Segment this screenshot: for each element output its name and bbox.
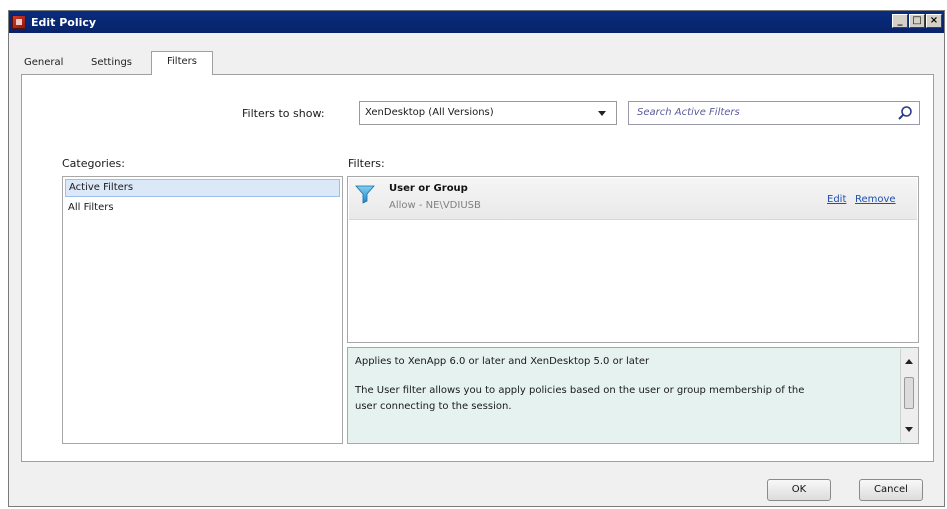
description-scrollbar[interactable] [900,349,917,442]
filters-label: Filters: [348,157,385,170]
filter-name: User or Group [389,183,468,194]
search-icon[interactable] [897,105,913,121]
description-line-1: Applies to XenApp 6.0 or later and XenDe… [355,356,650,367]
search-active-filters-input[interactable]: Search Active Filters [628,101,920,125]
tab-filters[interactable]: Filters [151,51,213,75]
close-button[interactable]: × [926,14,942,28]
maximize-button[interactable]: □ [909,14,925,28]
remove-filter-link[interactable]: Remove [855,194,896,205]
filter-description: Applies to XenApp 6.0 or later and XenDe… [347,347,919,444]
categories-list[interactable]: Active Filters All Filters [62,176,343,444]
filter-row-user-or-group[interactable]: User or Group Allow - NE\VDIUSB Edit Rem… [349,178,917,220]
funnel-icon [355,185,375,204]
tab-settings[interactable]: Settings [91,57,132,74]
filters-list: User or Group Allow - NE\VDIUSB Edit Rem… [347,176,919,343]
category-all-filters[interactable]: All Filters [65,199,114,217]
cancel-button[interactable]: Cancel [859,479,923,501]
category-active-filters[interactable]: Active Filters [65,179,340,197]
description-line-2: The User filter allows you to apply poli… [355,385,805,396]
scroll-thumb[interactable] [904,377,914,409]
ok-button[interactable]: OK [767,479,831,501]
categories-label: Categories: [62,157,125,170]
scroll-down-arrow-icon[interactable] [905,427,913,432]
filters-to-show-value: XenDesktop (All Versions) [365,107,494,118]
app-icon [12,15,26,29]
title-bar[interactable]: Edit Policy _ □ × [9,11,944,33]
chevron-down-icon [598,111,606,116]
window-controls: _ □ × [892,14,942,28]
filter-detail: Allow - NE\VDIUSB [389,200,481,211]
minimize-button[interactable]: _ [892,14,908,28]
filters-to-show-label: Filters to show: [242,107,325,120]
window-title: Edit Policy [31,15,97,29]
tab-general[interactable]: General [24,57,63,74]
scroll-up-arrow-icon[interactable] [905,359,913,364]
description-line-3: user connecting to the session. [355,401,512,412]
edit-policy-window: Edit Policy _ □ × General Settings Filte… [8,10,945,507]
filters-to-show-dropdown[interactable]: XenDesktop (All Versions) [359,101,617,125]
search-placeholder: Search Active Filters [637,107,740,118]
edit-filter-link[interactable]: Edit [827,194,846,205]
